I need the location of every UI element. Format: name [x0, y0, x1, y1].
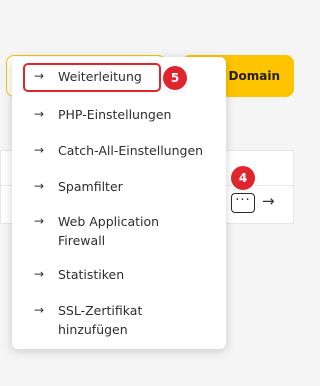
context-menu: → Weiterleitung → PHP-Einstellungen → Ca…	[12, 57, 226, 349]
arrow-right-icon: →	[34, 143, 45, 157]
menu-item-label: Web Application Firewall	[58, 214, 160, 248]
menu-item-label: PHP-Einstellungen	[58, 107, 172, 122]
arrow-right-icon[interactable]: →	[262, 192, 275, 210]
menu-item-ssl-zertifikat[interactable]: → SSL-Zertifikat hinzufügen	[12, 301, 226, 339]
menu-item-spamfilter[interactable]: → Spamfilter	[12, 177, 226, 196]
arrow-right-icon: →	[34, 214, 45, 228]
highlight-box	[23, 63, 161, 92]
arrow-right-icon: →	[34, 179, 45, 193]
step-marker-label: 5	[170, 71, 180, 85]
arrow-right-icon: →	[34, 303, 45, 317]
menu-item-label: Spamfilter	[58, 179, 123, 194]
menu-item-waf[interactable]: → Web Application Firewall	[12, 212, 226, 250]
step-marker-4: 4	[231, 166, 255, 190]
menu-item-label: SSL-Zertifikat hinzufügen	[58, 303, 143, 337]
menu-item-php-einstellungen[interactable]: → PHP-Einstellungen	[12, 105, 226, 124]
menu-item-catch-all[interactable]: → Catch-All-Einstellungen	[12, 141, 226, 160]
arrow-right-icon: →	[34, 267, 45, 281]
arrow-right-icon: →	[34, 107, 45, 121]
ellipsis-icon: ···	[235, 192, 251, 208]
menu-item-label: Statistiken	[58, 267, 125, 282]
menu-item-label: Catch-All-Einstellungen	[58, 143, 204, 158]
step-marker-label: 4	[238, 171, 248, 185]
step-marker-5: 5	[163, 66, 187, 90]
more-options-button[interactable]: ···	[231, 193, 255, 213]
menu-item-statistiken[interactable]: → Statistiken	[12, 265, 226, 284]
